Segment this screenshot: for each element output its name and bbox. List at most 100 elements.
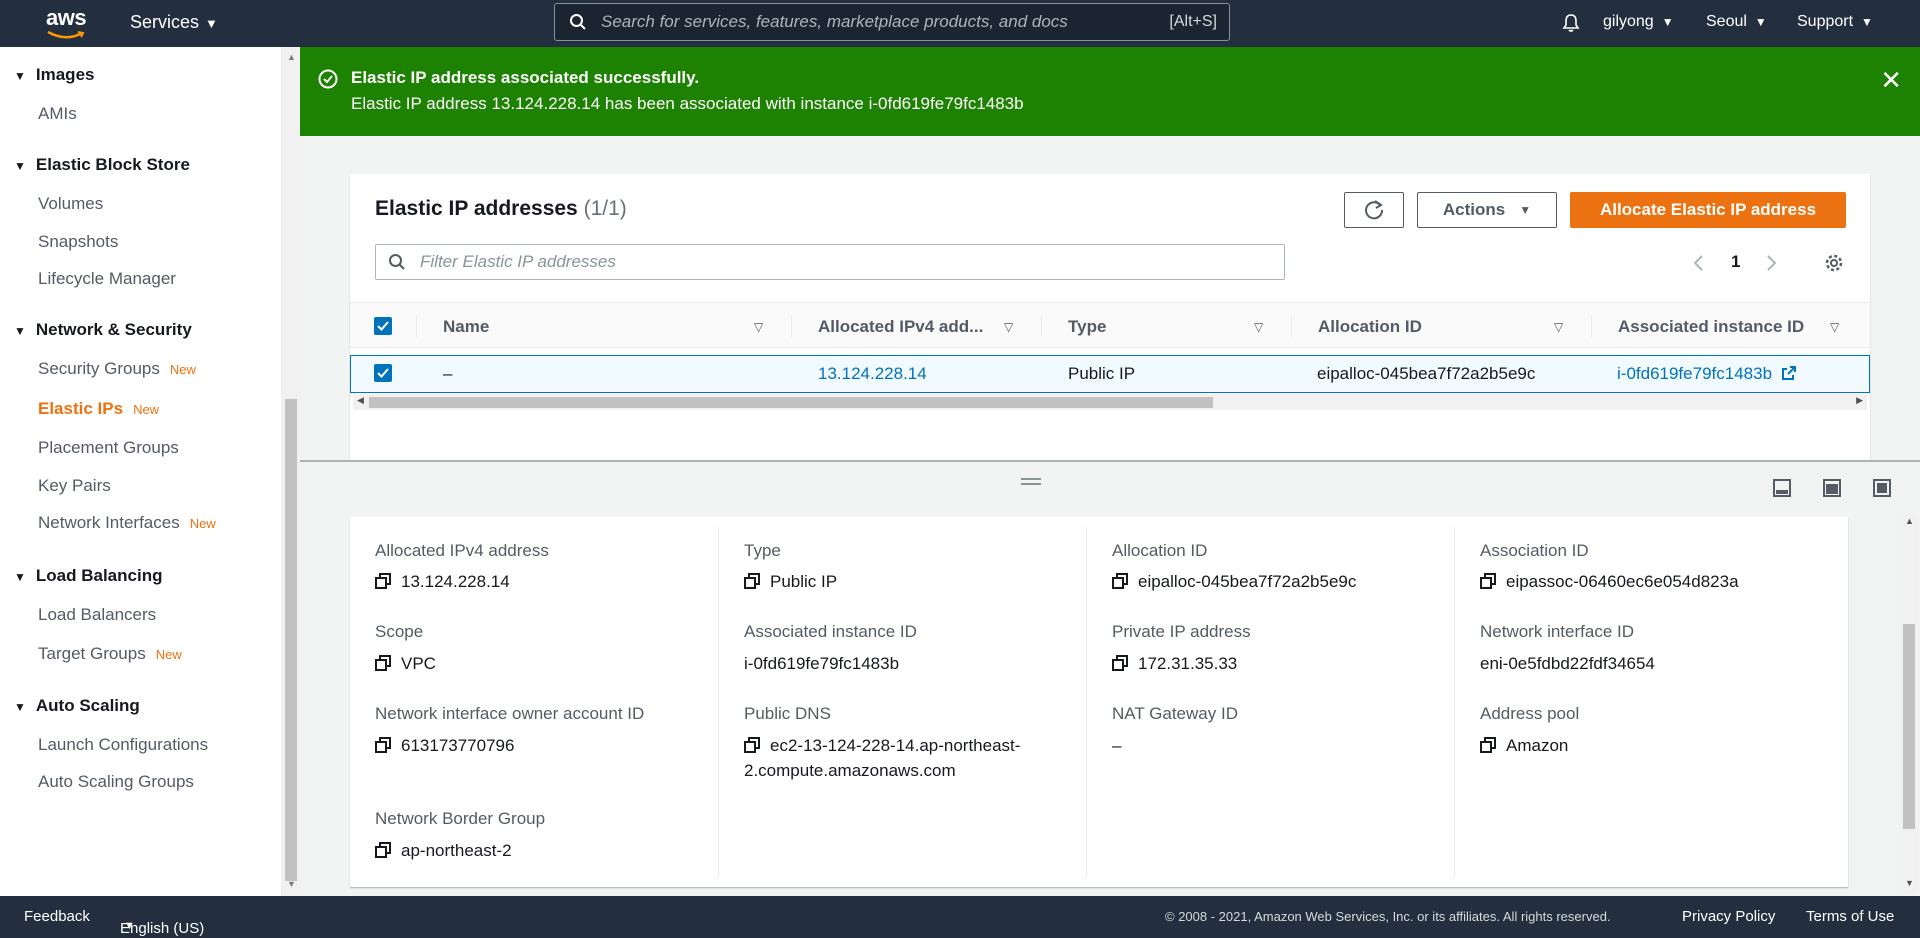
sidebar-section-load-balancing[interactable]: ▼ Load Balancing <box>14 566 162 586</box>
copy-icon[interactable] <box>375 655 391 671</box>
cell-allocated-ipv4-link[interactable]: 13.124.228.14 <box>818 364 927 384</box>
region-menu[interactable]: Seoul ▼ <box>1706 13 1767 31</box>
sidebar-item-volumes[interactable]: Volumes <box>38 194 103 214</box>
sidebar-item-amis[interactable]: AMIs <box>38 104 77 124</box>
column-header-type[interactable]: Type <box>1068 317 1106 337</box>
copy-icon[interactable] <box>744 737 760 753</box>
settings-gear-icon[interactable] <box>1824 253 1844 273</box>
column-header-allocated-ipv4[interactable]: Allocated IPv4 add... <box>818 317 983 337</box>
sidebar-section-auto-scaling[interactable]: ▼ Auto Scaling <box>14 696 140 716</box>
filter-input[interactable]: Filter Elastic IP addresses <box>375 244 1285 280</box>
sidebar-item-auto-scaling-groups[interactable]: Auto Scaling Groups <box>38 772 194 792</box>
caret-down-icon: ▼ <box>1661 15 1674 29</box>
checkmark-icon <box>377 368 389 378</box>
aws-logo-text: aws <box>46 5 87 30</box>
network-interface-link[interactable]: eni-0e5fdbd22fdf34654 <box>1480 654 1655 674</box>
aws-logo[interactable]: aws <box>46 6 90 40</box>
copy-icon[interactable] <box>744 573 760 589</box>
copy-icon[interactable] <box>1112 655 1128 671</box>
column-header-name[interactable]: Name <box>443 317 489 337</box>
sidebar-item-snapshots[interactable]: Snapshots <box>38 232 118 252</box>
aws-smile-icon <box>47 30 85 39</box>
scrollbar-thumb[interactable] <box>285 399 297 881</box>
copy-icon[interactable] <box>375 842 391 858</box>
cell-instance-id-link[interactable]: i-0fd619fe79fc1483b <box>1617 364 1797 384</box>
table-row[interactable]: – 13.124.228.14 Public IP eipalloc-045be… <box>350 355 1870 393</box>
scrollbar-thumb[interactable] <box>1903 624 1915 829</box>
sidebar-item-target-groups[interactable]: Target Groups New <box>38 644 182 664</box>
scroll-up-icon[interactable]: ▲ <box>1905 516 1914 526</box>
sidebar-section-network-security[interactable]: ▼ Network & Security <box>14 320 192 340</box>
feedback-link[interactable]: Feedback <box>24 908 90 925</box>
services-menu[interactable]: Services ▼ <box>130 12 218 33</box>
sidebar-item-key-pairs[interactable]: Key Pairs <box>38 476 111 496</box>
actions-button[interactable]: Actions ▼ <box>1417 192 1557 228</box>
refresh-button[interactable] <box>1344 192 1404 228</box>
sort-icon[interactable]: ▽ <box>754 320 763 334</box>
scroll-left-icon[interactable]: ◀ <box>357 395 364 406</box>
sidebar-section-elastic-block-store[interactable]: ▼ Elastic Block Store <box>14 155 190 175</box>
maximize-icon[interactable] <box>1872 478 1892 498</box>
border-group-value: ap-northeast-2 <box>375 841 512 861</box>
terms-of-use-link[interactable]: Terms of Use <box>1806 908 1894 925</box>
split-bottom-icon[interactable] <box>1772 478 1792 498</box>
copy-icon[interactable] <box>1112 573 1128 589</box>
sort-icon[interactable]: ▽ <box>1554 320 1563 334</box>
associated-instance-label: Associated instance ID <box>744 622 917 641</box>
region-name: Seoul <box>1706 13 1747 30</box>
sidebar-item-launch-configurations[interactable]: Launch Configurations <box>38 735 208 755</box>
sort-icon[interactable]: ▽ <box>1830 320 1839 334</box>
search-bar[interactable]: Search for services, features, marketpla… <box>554 3 1230 41</box>
copy-icon[interactable] <box>1480 573 1496 589</box>
scroll-down-icon[interactable]: ▼ <box>287 879 296 889</box>
scroll-right-icon[interactable]: ▶ <box>1856 395 1863 406</box>
sidebar-section-images[interactable]: ▼ Images <box>14 65 94 85</box>
select-all-checkbox[interactable] <box>374 317 392 335</box>
value-text: eipassoc-06460ec6e054d823a <box>1506 572 1739 591</box>
copy-icon[interactable] <box>1480 737 1496 753</box>
support-menu[interactable]: Support ▼ <box>1797 13 1873 31</box>
sidebar-item-elastic-ips[interactable]: Elastic IPs New <box>38 399 159 419</box>
value-text: 172.31.35.33 <box>1138 654 1238 673</box>
sidebar-item-lifecycle-manager[interactable]: Lifecycle Manager <box>38 269 176 289</box>
horizontal-scrollbar[interactable]: ◀ ▶ <box>353 394 1867 410</box>
sort-icon[interactable]: ▽ <box>1004 320 1013 334</box>
owner-account-label: Network interface owner account ID <box>375 704 645 723</box>
column-header-associated-instance-id[interactable]: Associated instance ID <box>1618 317 1804 337</box>
services-label: Services <box>130 12 200 32</box>
scope-label: Scope <box>375 622 424 641</box>
allocate-elastic-ip-button[interactable]: Allocate Elastic IP address <box>1570 192 1846 228</box>
sidebar-scrollbar[interactable]: ▲ ▼ <box>282 47 300 896</box>
value-text: eipalloc-045bea7f72a2b5e9c <box>1138 572 1357 591</box>
new-badge: New <box>189 516 216 531</box>
copyright-text: © 2008 - 2021, Amazon Web Services, Inc.… <box>1165 909 1611 924</box>
sidebar-item-network-interfaces[interactable]: Network Interfaces New <box>38 513 216 533</box>
scroll-down-icon[interactable]: ▼ <box>1905 878 1914 888</box>
resize-handle-icon[interactable] <box>1021 478 1041 488</box>
column-header-allocation-id[interactable]: Allocation ID <box>1318 317 1422 337</box>
split-side-icon[interactable] <box>1822 478 1842 498</box>
value-text: ec2-13-124-228-14.ap-northeast- <box>770 736 1021 755</box>
notifications-bell-icon[interactable] <box>1561 13 1581 33</box>
row-checkbox[interactable] <box>374 364 392 382</box>
privacy-policy-link[interactable]: Privacy Policy <box>1682 908 1775 925</box>
value-text: 13.124.228.14 <box>401 572 510 591</box>
checkmark-icon <box>377 321 389 331</box>
close-icon[interactable]: ✕ <box>1880 67 1902 93</box>
previous-page-icon[interactable] <box>1692 254 1704 272</box>
sidebar-item-security-groups[interactable]: Security Groups New <box>38 359 196 379</box>
next-page-icon[interactable] <box>1766 254 1778 272</box>
sort-icon[interactable]: ▽ <box>1254 320 1263 334</box>
scrollbar-thumb[interactable] <box>369 397 1213 408</box>
associated-instance-link[interactable]: i-0fd619fe79fc1483b <box>744 654 899 674</box>
sidebar-item-placement-groups[interactable]: Placement Groups <box>38 438 179 458</box>
search-placeholder: Search for services, features, marketpla… <box>601 12 1068 31</box>
copy-icon[interactable] <box>375 737 391 753</box>
copy-icon[interactable] <box>375 573 391 589</box>
scroll-up-icon[interactable]: ▲ <box>287 52 296 62</box>
details-scrollbar[interactable]: ▲ ▼ <box>1900 514 1918 894</box>
account-menu[interactable]: gilyong ▼ <box>1603 13 1674 31</box>
page-number[interactable]: 1 <box>1731 252 1740 272</box>
network-interface-label: Network interface ID <box>1480 622 1634 641</box>
sidebar-item-load-balancers[interactable]: Load Balancers <box>38 605 156 625</box>
